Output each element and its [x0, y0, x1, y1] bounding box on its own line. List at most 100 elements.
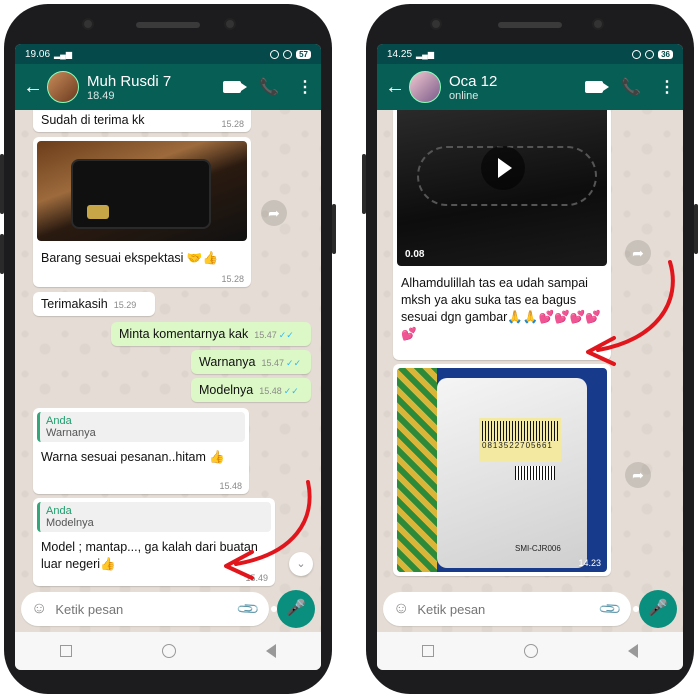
recents-icon[interactable]: [422, 645, 434, 657]
battery-level: 57: [296, 49, 311, 59]
last-seen: 18.49: [87, 89, 115, 102]
play-icon[interactable]: [481, 146, 525, 190]
battery-level: 36: [658, 49, 673, 59]
quoted-message[interactable]: Anda Warnanya: [37, 412, 245, 442]
volume-button: [362, 154, 366, 214]
more-options-icon[interactable]: ⋮: [297, 77, 313, 97]
bag-clasp: [87, 205, 109, 219]
android-nav-bar: [377, 632, 683, 670]
more-options-icon[interactable]: ⋮: [659, 77, 675, 97]
avatar[interactable]: [409, 71, 441, 103]
chat-header: ← Oca 12 online 📞 ⋮: [377, 64, 683, 110]
video-call-icon[interactable]: [223, 81, 248, 93]
message-time: 15.28: [221, 274, 244, 284]
message-composer: ☺ 📎: [383, 592, 640, 626]
voice-call-icon[interactable]: 📞: [621, 77, 641, 97]
online-status: online: [449, 89, 479, 102]
message-sent[interactable]: Warnanya 15.47 ✓✓: [191, 350, 311, 374]
message-time: 15.47: [254, 330, 277, 340]
status-bar: 19.06 ▂▄▆ 57: [15, 44, 321, 64]
message-time: 15.48: [219, 481, 242, 491]
chat-screen: 19.06 ▂▄▆ 57 ← Muh Rusdi 7 18.49 📞 ⋮ Sud…: [15, 44, 321, 670]
mic-button[interactable]: 🎤: [277, 590, 315, 628]
quote-text: Warnanya: [46, 427, 96, 439]
video-thumbnail[interactable]: 0.08: [397, 110, 607, 266]
mic-icon: 🎤: [648, 600, 668, 617]
video-message[interactable]: 0.08 Alhamdulillah tas ea udah sampai mk…: [393, 110, 611, 360]
quote-author: Anda: [46, 505, 72, 517]
home-icon[interactable]: [524, 644, 538, 658]
nav-back-icon[interactable]: [628, 644, 638, 658]
chat-screen: 14.25 ▂▄▆ 36 ← Oca 12 online 📞 ⋮ 0.08 Al…: [377, 44, 683, 670]
video-call-icon[interactable]: [585, 81, 610, 93]
message-input[interactable]: [55, 601, 232, 617]
power-button: [0, 234, 4, 274]
label-barcode: [482, 421, 558, 441]
message-sent[interactable]: Modelnya 15.48 ✓✓: [191, 378, 311, 402]
forward-icon[interactable]: ➦: [261, 200, 287, 226]
image-caption: Barang sesuai ekspektasi 🤝👍: [41, 251, 219, 265]
package-photo[interactable]: 0813522705661 SMI-CJR006 14.23: [397, 368, 607, 572]
forward-icon[interactable]: ➦: [625, 240, 651, 266]
signal-icon: ▂▄▆: [416, 49, 435, 59]
contact-info[interactable]: Muh Rusdi 7 18.49: [87, 73, 171, 102]
quote-author: Anda: [46, 415, 72, 427]
message-list[interactable]: 0.08 Alhamdulillah tas ea udah sampai mk…: [377, 110, 683, 592]
front-camera: [82, 18, 94, 30]
image-message[interactable]: Barang sesuai ekspektasi 🤝👍 15.28: [33, 137, 251, 287]
quote-text: Modelnya: [46, 517, 94, 529]
power-button: [694, 204, 698, 254]
emoji-icon[interactable]: ☺: [31, 600, 47, 618]
message-composer: ☺ 📎: [21, 592, 278, 626]
label-phone-number: 0813522705661: [482, 441, 553, 450]
message-list[interactable]: Sudah di terima kk 15.28 Barang sesuai e…: [15, 110, 321, 592]
emoji-icon[interactable]: ☺: [393, 600, 409, 618]
mic-icon: 🎤: [286, 600, 306, 617]
status-bar: 14.25 ▂▄▆ 36: [377, 44, 683, 64]
attachment-icon[interactable]: 📎: [598, 596, 623, 622]
forward-icon[interactable]: ➦: [625, 462, 651, 488]
status-time: 14.25: [387, 48, 413, 60]
scroll-down-icon[interactable]: ⌄: [289, 552, 313, 576]
prayer-mat: [397, 368, 437, 572]
signal-icon: ▂▄▆: [54, 49, 73, 59]
message-text: Warna sesuai pesanan..hitam 👍: [41, 450, 225, 464]
wifi-icon: [270, 49, 280, 59]
message-time: 15.29: [113, 300, 137, 310]
front-sensor: [592, 18, 604, 30]
mic-button[interactable]: 🎤: [639, 590, 677, 628]
contact-info[interactable]: Oca 12 online: [449, 73, 497, 102]
contact-name: Oca 12: [449, 72, 498, 90]
attachment-icon[interactable]: 📎: [236, 596, 261, 622]
bixby-button: [332, 204, 336, 254]
message-received[interactable]: Terimakasih 15.29: [33, 292, 155, 316]
message-sent[interactable]: Minta komentarnya kak 15.47 ✓✓: [111, 322, 311, 346]
voice-call-icon[interactable]: 📞: [259, 77, 279, 97]
bag-photo[interactable]: [37, 141, 247, 241]
chat-header: ← Muh Rusdi 7 18.49 📞 ⋮: [15, 64, 321, 110]
package-code: SMI-CJR006: [515, 544, 561, 553]
message-time: 15.47: [261, 358, 285, 368]
home-icon[interactable]: [162, 644, 176, 658]
android-nav-bar: [15, 632, 321, 670]
quoted-message[interactable]: Anda Modelnya: [37, 502, 271, 532]
message-received[interactable]: Sudah di terima kk 15.28: [33, 110, 251, 132]
alarm-icon: [645, 49, 655, 59]
reply-message[interactable]: Anda Warnanya Warna sesuai pesanan..hita…: [33, 408, 249, 494]
back-arrow-icon[interactable]: ←: [385, 76, 405, 99]
message-time: 15.49: [245, 573, 268, 583]
nav-back-icon[interactable]: [266, 644, 276, 658]
shipping-label: 0813522705661: [479, 418, 561, 462]
status-time: 19.06: [25, 48, 51, 60]
message-time: 15.28: [221, 119, 244, 129]
recents-icon[interactable]: [60, 645, 72, 657]
video-caption: Alhamdulillah tas ea udah sampai mksh ya…: [401, 276, 601, 341]
message-input[interactable]: [417, 601, 594, 617]
avatar[interactable]: [47, 71, 79, 103]
message-text: Minta komentarnya kak: [119, 327, 249, 341]
image-message[interactable]: 0813522705661 SMI-CJR006 14.23: [393, 364, 611, 576]
back-arrow-icon[interactable]: ←: [23, 76, 43, 99]
front-camera: [430, 18, 442, 30]
reply-message[interactable]: Anda Modelnya Model ; mantap..., ga kala…: [33, 498, 275, 586]
read-ticks-icon: ✓✓: [286, 358, 302, 368]
